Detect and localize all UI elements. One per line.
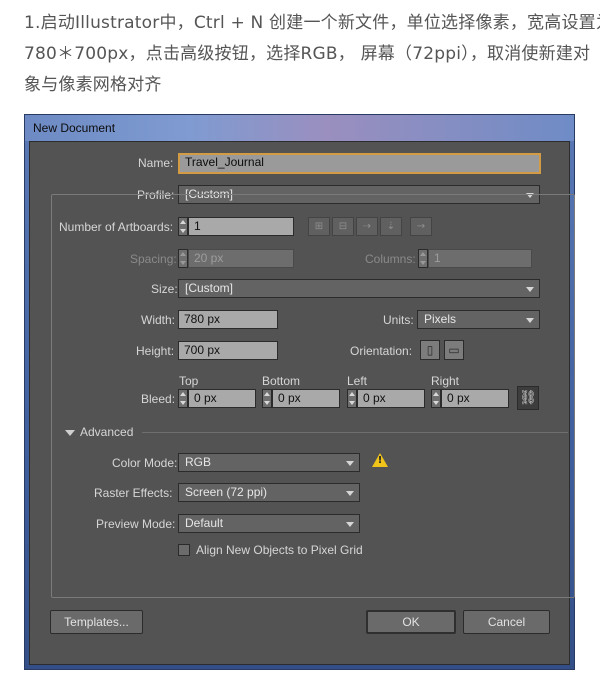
intro-line-2: 780＊700px，点击高级按钮，选择RGB， 屏幕（72ppi），取消使新建对	[24, 44, 591, 64]
artboards-label: Number of Artboards:	[59, 220, 174, 234]
bleed-bottom-input[interactable]: 0 px	[272, 389, 340, 408]
bleed-top-input[interactable]: 0 px	[188, 389, 256, 408]
units-dropdown[interactable]: Pixels	[417, 310, 540, 329]
advanced-divider	[142, 432, 568, 433]
grid-by-row-icon[interactable]: ⊞	[308, 217, 330, 236]
cancel-button[interactable]: Cancel	[463, 610, 550, 634]
columns-input: 1	[428, 249, 532, 268]
artboards-input[interactable]: 1	[188, 217, 294, 236]
width-input[interactable]: 780 px	[178, 310, 278, 329]
align-pixel-grid-checkbox[interactable]	[178, 544, 190, 556]
raster-effects-value: Screen (72 ppi)	[185, 485, 268, 499]
spacing-label: Spacing:	[130, 252, 177, 266]
templates-button[interactable]: Templates...	[50, 610, 143, 634]
columns-label: Columns:	[365, 252, 416, 266]
warning-mark: !	[377, 455, 383, 466]
intro-line-3: 象与像素网格对齐	[24, 75, 162, 95]
size-dropdown[interactable]: [Custom]	[178, 279, 540, 298]
bleed-bottom-stepper[interactable]	[262, 389, 272, 408]
bleed-right-label: Right	[431, 374, 460, 388]
spacing-input: 20 px	[188, 249, 294, 268]
orientation-label: Orientation:	[350, 344, 413, 358]
advanced-toggle[interactable]: Advanced	[80, 425, 133, 439]
bleed-left-label: Left	[347, 374, 368, 388]
raster-effects-label: Raster Effects:	[94, 486, 173, 500]
new-document-window: New Document Name: Travel_Journal Profil…	[24, 114, 575, 670]
bleed-top-label: Top	[179, 374, 199, 388]
color-mode-dropdown[interactable]: RGB	[178, 453, 360, 472]
disclosure-triangle-icon[interactable]	[65, 430, 75, 436]
bleed-top-stepper[interactable]	[178, 389, 188, 408]
dialog-body: Name: Travel_Journal Profile: [Custom] N…	[29, 141, 575, 665]
ok-button[interactable]: OK	[366, 610, 456, 634]
height-input[interactable]: 700 px	[178, 341, 278, 360]
name-input[interactable]: Travel_Journal	[178, 153, 541, 174]
bleed-label: Bleed:	[141, 392, 176, 406]
change-to-rtl-icon[interactable]: →	[410, 217, 432, 236]
spacing-stepper	[178, 249, 188, 268]
preview-mode-dropdown[interactable]: Default	[178, 514, 360, 533]
bleed-bottom-label: Bottom	[262, 374, 301, 388]
bleed-right-input[interactable]: 0 px	[441, 389, 509, 408]
link-bleed-icon[interactable]: ⛓	[517, 386, 539, 410]
bleed-left-stepper[interactable]	[347, 389, 357, 408]
bleed-left-input[interactable]: 0 px	[357, 389, 425, 408]
raster-effects-dropdown[interactable]: Screen (72 ppi)	[178, 483, 360, 502]
chevron-down-icon	[346, 461, 354, 466]
portrait-icon[interactable]: ▯	[420, 340, 440, 360]
grid-by-column-icon[interactable]: ⊟	[332, 217, 354, 236]
align-pixel-grid-label[interactable]: Align New Objects to Pixel Grid	[196, 543, 363, 557]
columns-stepper	[418, 249, 428, 268]
chevron-down-icon	[526, 287, 534, 292]
intro-text: 1.启动Illustrator中，Ctrl + N 创建一个新文件，单位选择像素…	[24, 8, 600, 101]
units-value: Pixels	[424, 312, 457, 326]
intro-line-1: 1.启动Illustrator中，Ctrl + N 创建一个新文件，单位选择像素…	[24, 13, 600, 33]
color-mode-label: Color Mode:	[112, 456, 178, 470]
name-label: Name:	[138, 156, 174, 170]
preview-mode-value: Default	[185, 516, 224, 530]
preview-mode-label: Preview Mode:	[96, 517, 176, 531]
color-mode-value: RGB	[185, 455, 212, 469]
chevron-down-icon	[346, 522, 354, 527]
window-title[interactable]: New Document	[25, 115, 574, 141]
bleed-right-stepper[interactable]	[431, 389, 441, 408]
arrange-by-row-icon[interactable]: ⇢	[356, 217, 378, 236]
height-label: Height:	[136, 344, 175, 358]
size-value: [Custom]	[185, 281, 234, 295]
chevron-down-icon	[346, 491, 354, 496]
chevron-down-icon	[526, 318, 534, 323]
width-label: Width:	[141, 313, 176, 327]
size-label: Size:	[151, 282, 178, 296]
landscape-icon[interactable]: ▭	[444, 340, 464, 360]
artboards-stepper[interactable]	[178, 217, 188, 236]
units-label: Units:	[383, 313, 414, 327]
arrange-by-column-icon[interactable]: ⇣	[380, 217, 402, 236]
